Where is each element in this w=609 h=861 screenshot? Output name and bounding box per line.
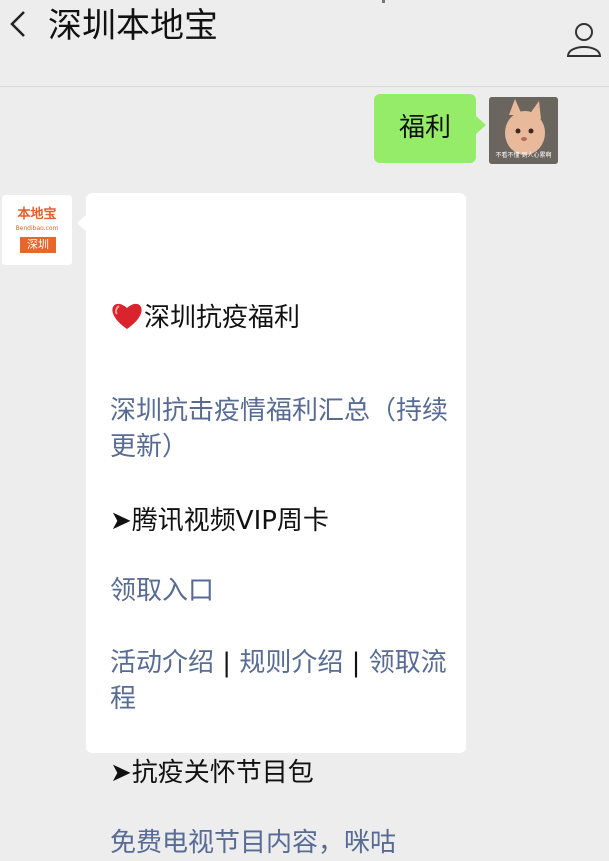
section-tencent-vip: ➤腾讯视频VIP周卡 bbox=[110, 506, 329, 536]
separator: | bbox=[343, 648, 369, 678]
message-card: 深圳抗疫福利 深圳抗击疫情福利汇总（持续更新） ➤腾讯视频VIP周卡 领取入口 … bbox=[77, 193, 466, 858]
chat-title: 深圳本地宝 bbox=[48, 6, 218, 46]
status-bar-dot bbox=[382, 0, 385, 3]
back-button[interactable] bbox=[4, 6, 34, 42]
avatar-caption: 不看不懂 到人心累啊 bbox=[495, 152, 552, 159]
person-icon bbox=[566, 23, 602, 57]
section-title: 深圳抗疫福利 bbox=[144, 303, 301, 333]
user-avatar[interactable]: 不看不懂 到人心累啊 bbox=[489, 97, 558, 164]
chat-header: 深圳本地宝 bbox=[0, 0, 609, 87]
logo-city: 深圳 bbox=[20, 237, 56, 253]
link-activity-intro[interactable]: 活动介绍 bbox=[110, 648, 214, 678]
link-free-tv[interactable]: 免费电视节目内容，咪咕 bbox=[110, 825, 455, 861]
separator: | bbox=[214, 648, 240, 678]
profile-button[interactable] bbox=[565, 20, 603, 58]
outgoing-message[interactable]: 福利 bbox=[374, 94, 486, 163]
links-row: 活动介绍 | 规则介绍 | 领取流程 bbox=[110, 645, 455, 717]
link-rules-intro[interactable]: 规则介绍 bbox=[239, 648, 343, 678]
section-title-row: 深圳抗疫福利 bbox=[110, 300, 455, 336]
heart-icon bbox=[112, 303, 142, 329]
logo-domain: Bendibao.com bbox=[15, 225, 59, 232]
logo-brand: 本地宝 bbox=[17, 207, 57, 222]
link-claim-entry[interactable]: 领取入口 bbox=[110, 573, 455, 609]
chat-area[interactable]: 福利 不看不懂 到人心累啊 本地宝 Bendibao.com 深圳 深圳抗疫福利… bbox=[0, 87, 609, 858]
section-care-package: ➤抗疫关怀节目包 bbox=[110, 758, 314, 788]
bendibao-avatar[interactable]: 本地宝 Bendibao.com 深圳 bbox=[2, 195, 72, 265]
link-covid-welfare[interactable]: 深圳抗击疫情福利汇总（持续更新） bbox=[110, 393, 455, 465]
chevron-left-icon bbox=[10, 11, 25, 37]
